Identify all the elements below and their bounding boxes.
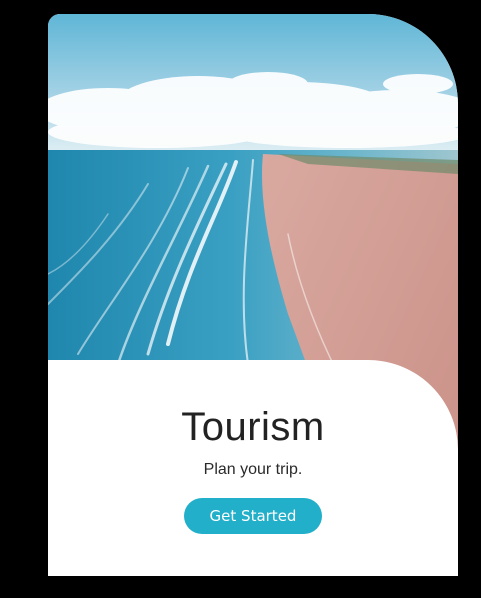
get-started-button[interactable]: Get Started [184,498,322,534]
card-subtitle: Plan your trip. [203,461,303,478]
card-content-panel: Tourism Plan your trip. Get Started [48,360,458,576]
tourism-card: Tourism Plan your trip. Get Started [48,14,458,576]
card-title: Tourism [181,405,325,449]
